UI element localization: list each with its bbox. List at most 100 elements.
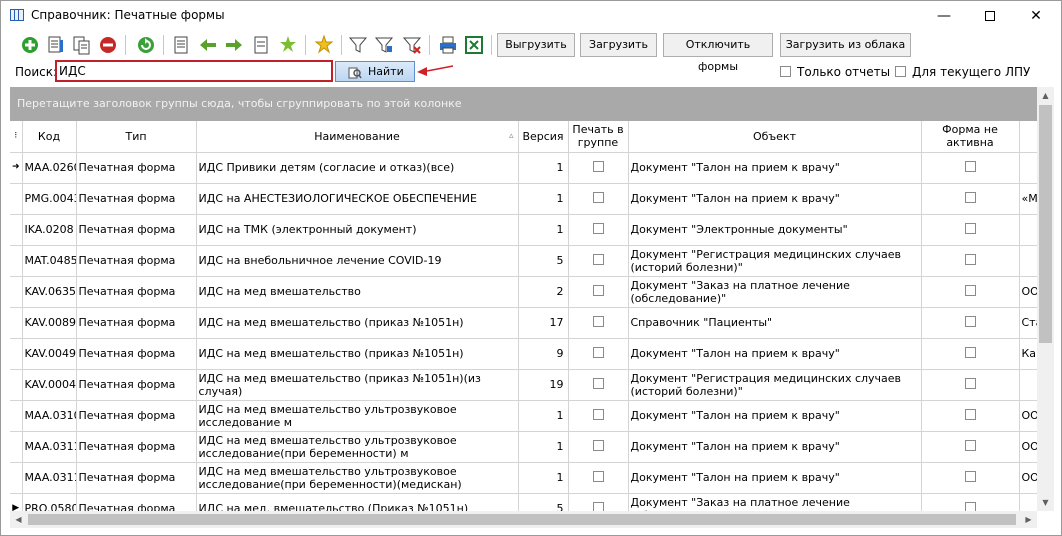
column-header-print-group[interactable]: Печать в группе [568, 121, 629, 153]
cell-inactive[interactable] [921, 431, 1020, 463]
cell-print-group[interactable] [568, 183, 629, 215]
cell-inactive[interactable] [921, 245, 1020, 277]
checkbox-box[interactable] [592, 192, 604, 203]
table-row[interactable]: MAA.0311 Печатная форма ИДС на мед вмешате… [10, 431, 1037, 463]
favorite-star-icon[interactable] [313, 34, 335, 56]
checkbox-box[interactable] [592, 440, 604, 451]
column-chooser-icon[interactable]: ⁝ [10, 121, 23, 153]
filter-icon[interactable] [347, 34, 369, 56]
checkbox-box[interactable] [780, 66, 791, 77]
checkbox-box[interactable] [592, 316, 604, 327]
edit-icon[interactable] [45, 34, 67, 56]
table-row[interactable]: KAV.0004 Печатная форма ИДС на мед вмешате… [10, 369, 1037, 401]
column-header-object[interactable]: Объект [628, 121, 922, 153]
checkbox-box[interactable] [592, 502, 604, 511]
load-button[interactable]: Загрузить [580, 33, 657, 57]
refresh-icon[interactable] [135, 34, 157, 56]
add-group-icon[interactable] [277, 34, 299, 56]
cell-inactive[interactable] [921, 214, 1020, 246]
checkbox-box[interactable] [592, 223, 604, 234]
disable-forms-button[interactable]: Отключить формы [663, 33, 773, 73]
cell-print-group[interactable] [568, 400, 629, 432]
cell-inactive[interactable] [921, 400, 1020, 432]
checkbox-box[interactable] [964, 502, 976, 511]
filter-clear-icon[interactable] [401, 34, 423, 56]
cell-inactive[interactable] [921, 276, 1020, 308]
load-from-cloud-button[interactable]: Загрузить из облака [780, 33, 911, 57]
copy-icon[interactable] [71, 34, 93, 56]
cell-print-group[interactable] [568, 493, 629, 511]
checkbox-box[interactable] [964, 285, 976, 296]
list-icon[interactable] [171, 34, 193, 56]
checkbox-box[interactable] [964, 192, 976, 203]
excel-export-icon[interactable] [463, 34, 485, 56]
maximize-button[interactable] [967, 1, 1013, 31]
vertical-scrollbar[interactable]: ▲ ▼ [1037, 87, 1054, 511]
cell-inactive[interactable] [921, 493, 1020, 511]
checkbox-box[interactable] [592, 161, 604, 172]
checkbox-box[interactable] [964, 409, 976, 420]
table-row[interactable]: KAV.0635 Печатная форма ИДС на мед вмешате… [10, 276, 1037, 308]
document-icon[interactable] [251, 34, 273, 56]
table-row[interactable]: PMG.0043 Печатная форма ИДС на АНЕСТЕЗИОЛО… [10, 183, 1037, 215]
cell-print-group[interactable] [568, 338, 629, 370]
column-header-code[interactable]: Код [22, 121, 77, 153]
group-by-panel[interactable]: Перетащите заголовок группы сюда, чтобы … [10, 87, 1037, 121]
checkbox-box[interactable] [964, 471, 976, 482]
minimize-button[interactable]: — [921, 1, 967, 31]
column-header-inactive[interactable]: Форма не активна [921, 121, 1020, 153]
checkbox-box[interactable] [592, 347, 604, 358]
cell-print-group[interactable] [568, 276, 629, 308]
cell-print-group[interactable] [568, 369, 629, 401]
table-row[interactable]: MAA.0310 Печатная форма ИДС на мед вмешате… [10, 400, 1037, 432]
checkbox-box[interactable] [592, 471, 604, 482]
checkbox-box[interactable] [964, 378, 976, 389]
cell-print-group[interactable] [568, 245, 629, 277]
arrow-right-icon[interactable] [223, 34, 245, 56]
cell-print-group[interactable] [568, 462, 629, 494]
column-header-type[interactable]: Тип [76, 121, 197, 153]
delete-icon[interactable] [97, 34, 119, 56]
table-row[interactable]: ➜ MAA.0260 Печатная форма ИДС Привики детям… [10, 152, 1037, 184]
checkbox-box[interactable] [964, 316, 976, 327]
column-header-extra[interactable] [1019, 121, 1037, 153]
cell-inactive[interactable] [921, 338, 1020, 370]
horizontal-scrollbar[interactable]: ◀ ▶ [10, 511, 1037, 528]
cell-print-group[interactable] [568, 214, 629, 246]
cell-inactive[interactable] [921, 152, 1020, 184]
column-header-name[interactable]: Наименование ▵ [196, 121, 519, 153]
only-reports-checkbox[interactable]: Только отчеты [780, 65, 890, 79]
cell-inactive[interactable] [921, 183, 1020, 215]
checkbox-box[interactable] [592, 409, 604, 420]
checkbox-box[interactable] [964, 223, 976, 234]
current-lpu-checkbox[interactable]: Для текущего ЛПУ [895, 65, 1030, 79]
table-row[interactable]: IKA.0208 Печатная форма ИДС на ТМК (электр… [10, 214, 1037, 246]
find-button[interactable]: Найти [335, 61, 415, 82]
add-icon[interactable] [19, 34, 41, 56]
scroll-left-icon[interactable]: ◀ [10, 511, 27, 528]
column-header-version[interactable]: Версия [518, 121, 569, 153]
cell-inactive[interactable] [921, 307, 1020, 339]
checkbox-box[interactable] [964, 161, 976, 172]
cell-inactive[interactable] [921, 369, 1020, 401]
close-button[interactable]: ✕ [1013, 1, 1059, 31]
cell-print-group[interactable] [568, 431, 629, 463]
cell-print-group[interactable] [568, 307, 629, 339]
scroll-right-icon[interactable]: ▶ [1020, 511, 1037, 528]
checkbox-box[interactable] [964, 254, 976, 265]
unload-button[interactable]: Выгрузить [497, 33, 575, 57]
table-row[interactable]: MAT.0485 Печатная форма ИДС на внебольничн… [10, 245, 1037, 277]
arrow-left-icon[interactable] [197, 34, 219, 56]
checkbox-box[interactable] [895, 66, 906, 77]
print-icon[interactable] [437, 34, 459, 56]
checkbox-box[interactable] [592, 285, 604, 296]
scroll-thumb[interactable] [28, 514, 1016, 525]
scroll-thumb[interactable] [1039, 105, 1052, 343]
checkbox-box[interactable] [964, 440, 976, 451]
scroll-down-icon[interactable]: ▼ [1037, 494, 1054, 511]
cell-print-group[interactable] [568, 152, 629, 184]
checkbox-box[interactable] [592, 378, 604, 389]
filter-edit-icon[interactable] [373, 34, 395, 56]
table-row[interactable]: ▶ PRO.0580 Печатная форма ИДС на мед. вмеша… [10, 493, 1037, 511]
cell-inactive[interactable] [921, 462, 1020, 494]
